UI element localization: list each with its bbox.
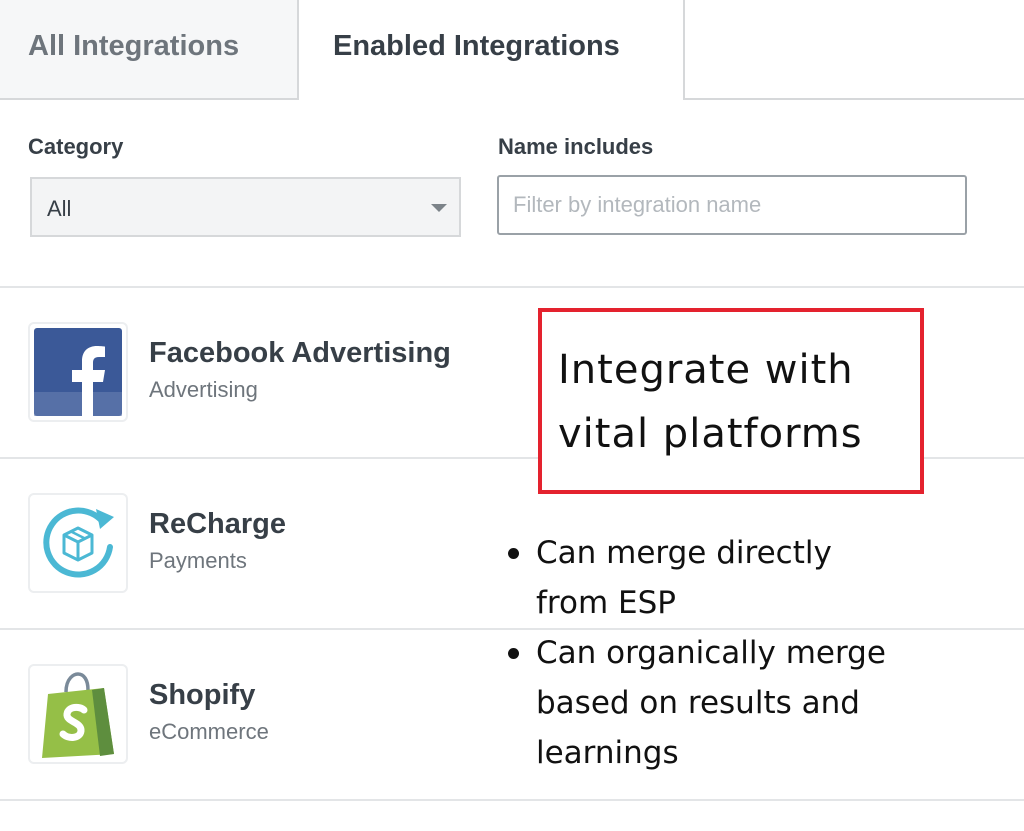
integration-category: eCommerce <box>149 719 269 744</box>
bullet-list: Can merge directly from ESP Can organica… <box>506 528 1006 778</box>
bullet-item: Can organically merge based on results a… <box>506 628 1006 778</box>
bullet-text: Can organically merge <box>536 635 886 671</box>
shopify-icon <box>42 672 114 758</box>
bullet-item: Can merge directly from ESP <box>506 528 1006 628</box>
category-label: Category <box>28 134 124 159</box>
facebook-icon <box>34 328 122 416</box>
tab-enabled-integrations-label: Enabled Integrations <box>333 30 620 62</box>
integration-category: Payments <box>149 548 247 573</box>
bullet-text: from ESP <box>536 585 676 621</box>
callout-box: Integrate with vital platforms <box>538 308 924 494</box>
tab-all-integrations-label: All Integrations <box>28 30 240 62</box>
callout-line: Integrate with <box>558 347 854 393</box>
bullet-text: learnings <box>536 735 679 771</box>
name-includes-label: Name includes <box>498 134 654 159</box>
integration-name: Shopify <box>149 679 256 711</box>
tab-all-integrations[interactable]: All Integrations <box>0 0 298 99</box>
list-divider <box>0 286 1024 288</box>
integration-logo <box>28 664 128 764</box>
integration-logo <box>28 322 128 422</box>
recharge-icon <box>43 507 114 578</box>
tab-divider <box>0 98 298 100</box>
bullet-text: Can merge directly <box>536 535 832 571</box>
callout-line: vital platforms <box>558 411 863 457</box>
chevron-down-icon <box>431 204 447 212</box>
integration-name: ReCharge <box>149 508 286 540</box>
list-divider <box>0 799 1024 801</box>
integration-category: Advertising <box>149 377 258 402</box>
name-filter-input[interactable] <box>497 175 967 235</box>
bullet-text: based on results and <box>536 685 860 721</box>
callout-text: Integrate with vital platforms <box>558 338 863 466</box>
tab-divider <box>684 98 1024 100</box>
category-select[interactable]: All <box>30 177 461 237</box>
integration-name: Facebook Advertising <box>149 337 451 369</box>
integration-tabs: All Integrations Enabled Integrations <box>0 0 1024 100</box>
integration-logo <box>28 493 128 593</box>
tab-enabled-integrations[interactable]: Enabled Integrations <box>297 0 685 100</box>
category-select-value: All <box>47 196 72 221</box>
